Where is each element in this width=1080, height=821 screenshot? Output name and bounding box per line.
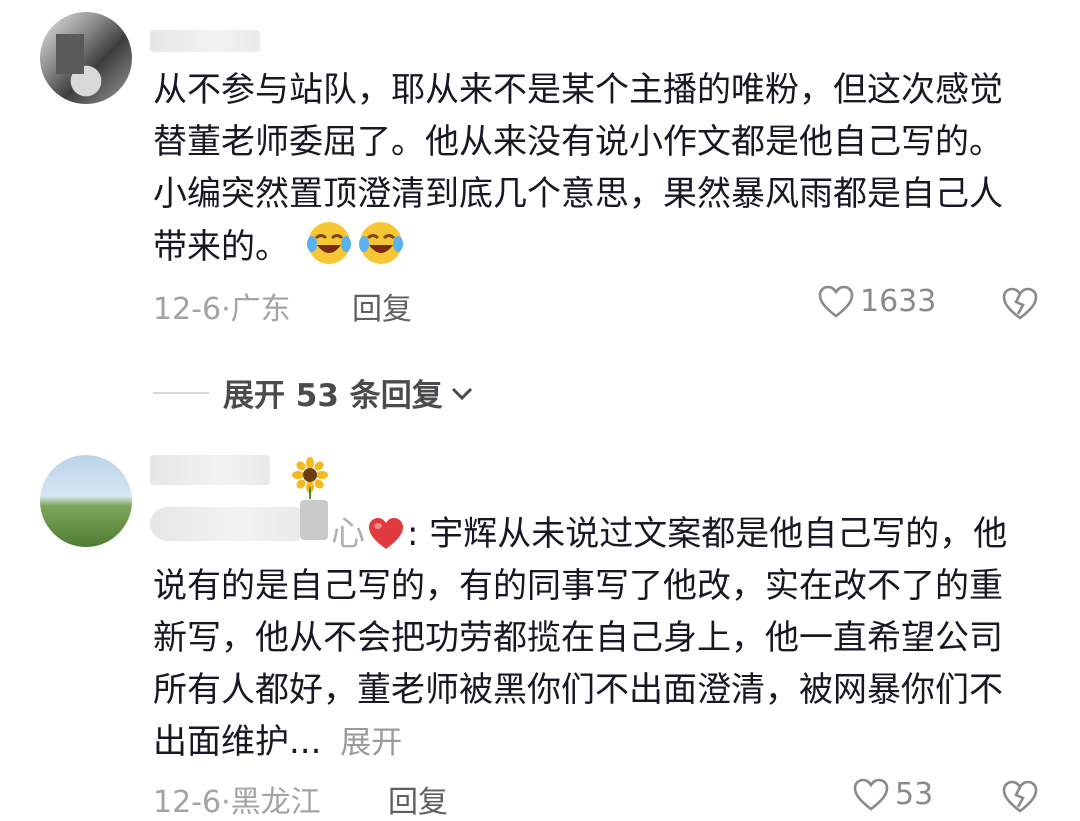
like-count: 53	[895, 777, 934, 812]
broken-heart-icon[interactable]	[1002, 287, 1038, 321]
username-blurred[interactable]	[150, 30, 260, 52]
comment-meta: 12-6·黑龙江	[153, 785, 321, 820]
divider	[153, 391, 209, 394]
heart-emoji-icon	[369, 518, 403, 549]
comment-date: 12-6	[153, 292, 222, 327]
chevron-down-icon	[451, 387, 472, 400]
expand-text-button[interactable]: 展开	[340, 725, 402, 761]
reply-button[interactable]: 回复	[352, 284, 412, 328]
like-button[interactable]: 53	[853, 777, 933, 812]
expand-replies-label: 展开 53 条回复	[223, 378, 443, 414]
emoji-group	[289, 222, 404, 267]
comment-region: 广东	[230, 292, 291, 327]
laughing-emoji-icon	[306, 222, 351, 264]
comment-body: : 宇辉从未说过文案都是他自己写的，他说有的是自己写的，有的同事写了他改，实在改…	[153, 514, 1008, 762]
like-count: 1633	[860, 284, 937, 319]
username-blurred[interactable]	[150, 455, 270, 485]
avatar[interactable]	[40, 12, 132, 104]
like-button[interactable]: 1633	[818, 284, 936, 319]
heart-outline-icon	[853, 778, 889, 811]
expand-replies[interactable]: 展开 53 条回复	[153, 370, 475, 415]
comment-date: 12-6	[153, 785, 222, 820]
broken-heart-icon[interactable]	[1002, 780, 1038, 814]
comment-region: 黑龙江	[230, 785, 321, 820]
name-suffix: 心	[331, 514, 365, 554]
avatar[interactable]	[40, 455, 132, 547]
comment-body: 从不参与站队，耶从来不是某个主播的唯粉，但这次感觉替董老师委屈了。他从来没有说小…	[153, 70, 1003, 267]
laughing-emoji-icon	[358, 222, 403, 264]
comment-text: 心 : 宇辉从未说过文案都是他自己写的，他说有的是自己写的，有的同事写了他改，实…	[153, 508, 1033, 769]
heart-outline-icon	[818, 285, 854, 318]
comment-text: 从不参与站队，耶从来不是某个主播的唯粉，但这次感觉替董老师委屈了。他从来没有说小…	[153, 64, 1033, 273]
sunflower-icon	[292, 457, 328, 499]
comment-meta: 12-6·广东	[153, 292, 291, 327]
reply-button[interactable]: 回复	[388, 777, 448, 821]
